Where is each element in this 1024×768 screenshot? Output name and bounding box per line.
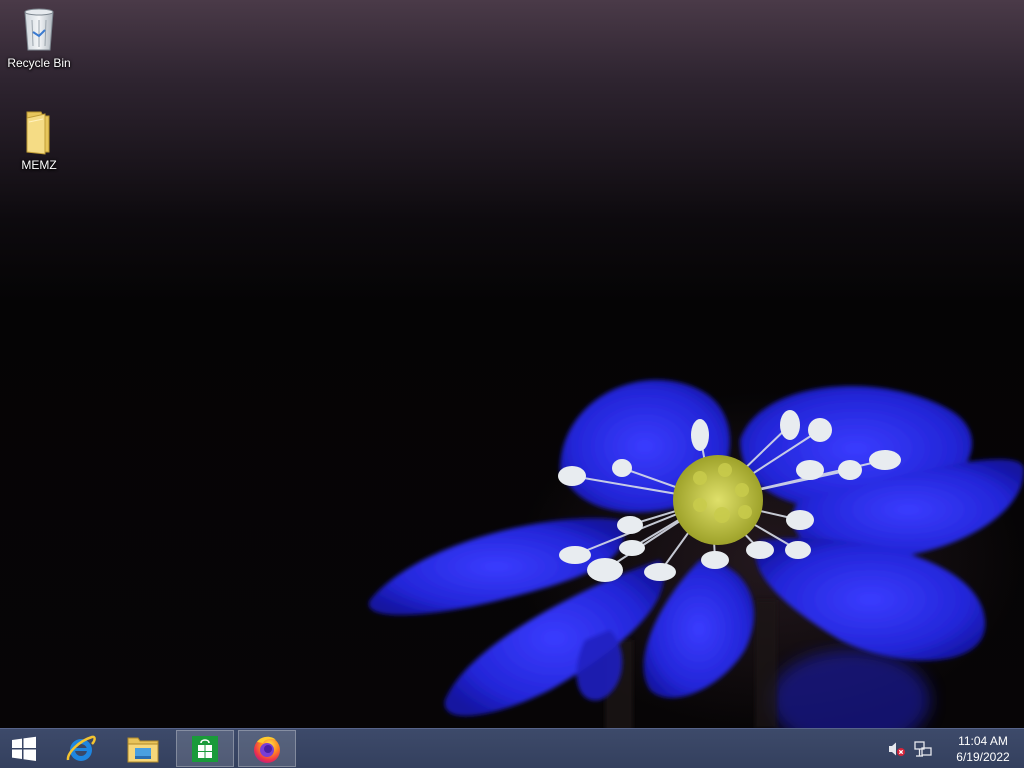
desktop-icon-label: MEMZ [21,158,57,172]
folder-icon [26,111,50,155]
clock-time: 11:04 AM [958,733,1008,748]
volume-muted-icon[interactable] [888,740,906,758]
file-explorer-icon [127,737,159,762]
store-icon [192,735,218,762]
taskbar-store-button[interactable] [176,730,234,767]
windows-logo-icon [12,736,36,761]
desktop-icon-memz-folder[interactable]: MEMZ [1,108,77,172]
system-tray: 11:04 AM 6/19/2022 [884,729,1024,768]
taskbar-clock[interactable]: 11:04 AM 6/19/2022 [946,733,1020,765]
recycle-bin-icon [24,8,54,51]
taskbar-internet-explorer-button[interactable] [52,730,110,767]
taskbar-firefox-button[interactable] [238,730,296,767]
network-icon[interactable] [914,740,932,758]
desktop-icon-recycle-bin[interactable]: Recycle Bin [1,6,77,70]
start-button[interactable] [0,730,48,767]
taskbar-file-explorer-button[interactable] [114,730,172,767]
internet-explorer-icon [66,735,96,761]
firefox-icon [254,736,280,763]
desktop-icon-label: Recycle Bin [7,56,71,70]
desktop[interactable]: Recycle Bin MEMZ [0,0,1024,728]
taskbar: 11:04 AM 6/19/2022 [0,728,1024,768]
clock-date: 6/19/2022 [956,749,1010,764]
wallpaper-flower-image [368,379,1024,728]
